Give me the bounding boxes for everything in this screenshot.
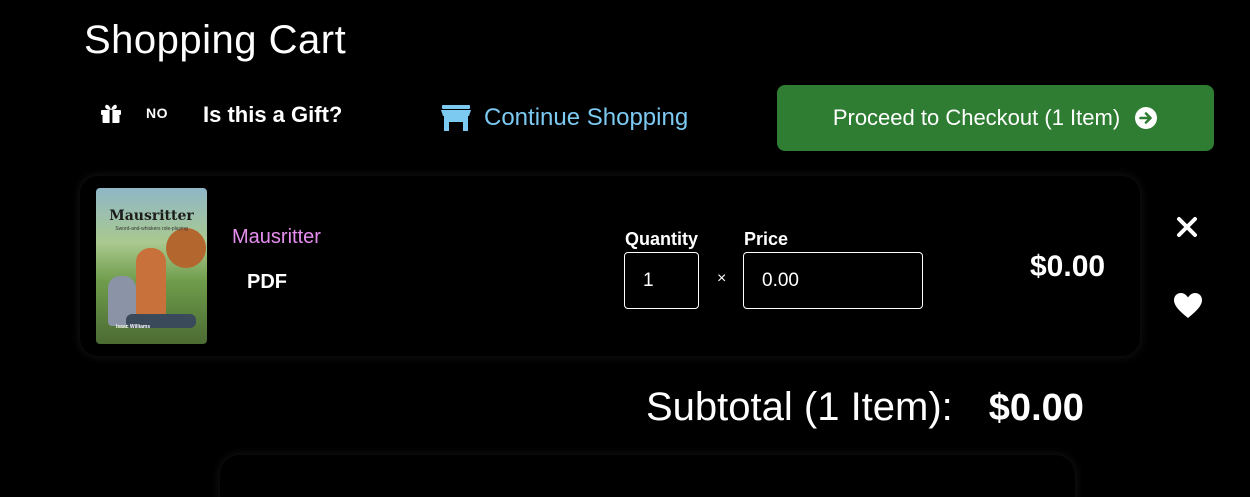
- product-name-link[interactable]: Mausritter: [232, 226, 321, 249]
- summary-card: [220, 455, 1075, 497]
- arrow-circle-right-icon: [1134, 106, 1158, 130]
- subtotal-label: Subtotal (1 Item):: [646, 385, 953, 429]
- cover-author: Isaac Williams: [116, 324, 151, 330]
- cover-art-tree: [166, 228, 206, 268]
- quantity-label: Quantity: [625, 229, 699, 249]
- continue-shopping-link[interactable]: Continue Shopping: [440, 103, 688, 133]
- continue-shopping-label: Continue Shopping: [484, 104, 689, 131]
- shopping-cart-page: Shopping Cart NO Is this a Gift? Continu…: [0, 0, 1250, 497]
- gift-label: Is this a Gift?: [203, 102, 343, 127]
- store-icon: [440, 103, 472, 133]
- cover-art-mouse: [136, 248, 166, 318]
- close-icon[interactable]: [1175, 215, 1199, 239]
- multiply-sign: ×: [717, 270, 727, 287]
- price-input[interactable]: [743, 252, 923, 309]
- cart-item-card: [80, 176, 1140, 356]
- gift-toggle-state: NO: [146, 105, 168, 121]
- subtotal-value: $0.00: [988, 387, 1084, 429]
- quantity-input[interactable]: [624, 252, 699, 309]
- gift-toggle[interactable]: NO: [98, 100, 168, 126]
- line-total: $0.00: [1030, 250, 1106, 283]
- subtotal: Subtotal (1 Item): $0.00: [646, 385, 1084, 430]
- cover-title: Mausritter: [109, 208, 194, 224]
- price-label: Price: [744, 229, 789, 249]
- proceed-to-checkout-button[interactable]: Proceed to Checkout (1 Item): [777, 85, 1214, 151]
- gift-icon: [98, 100, 124, 126]
- cover-subtitle: Sword-and-whiskers role-playing: [115, 226, 188, 232]
- heart-icon[interactable]: [1173, 292, 1203, 320]
- page-title: Shopping Cart: [84, 18, 347, 62]
- checkout-label: Proceed to Checkout (1 Item): [832, 105, 1121, 130]
- product-format: PDF: [247, 271, 287, 293]
- product-cover-image[interactable]: Mausritter Sword-and-whiskers role-playi…: [96, 188, 207, 344]
